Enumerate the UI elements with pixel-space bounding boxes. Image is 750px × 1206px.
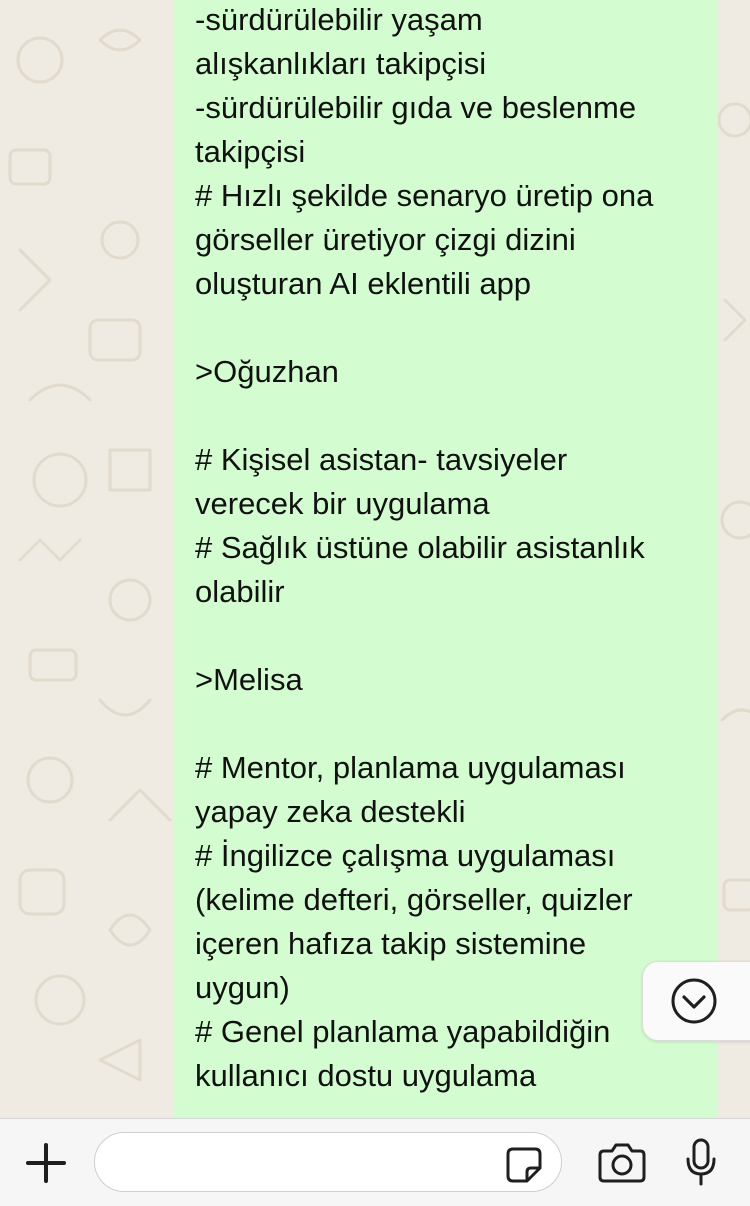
message-line: kullanıcı dostu uygulama	[195, 1058, 537, 1093]
sticker-icon[interactable]	[505, 1146, 543, 1184]
message-line: verecek bir uygulama	[195, 486, 490, 521]
microphone-icon[interactable]	[684, 1137, 718, 1187]
chat-area[interactable]: -sürdürülebilir yaşam alışkanlıkları tak…	[0, 0, 750, 1118]
message-line: >Melisa	[195, 662, 303, 697]
message-input-box[interactable]	[94, 1132, 562, 1192]
message-line: (kelime defteri, görseller, quizler	[195, 882, 633, 917]
message-line: # Genel planlama yapabildiğin	[195, 1014, 611, 1049]
message-bubble[interactable]: -sürdürülebilir yaşam alışkanlıkları tak…	[174, 0, 718, 1118]
chevron-down-circle-icon	[671, 978, 716, 1024]
message-line: oluşturan AI eklentili app	[195, 266, 532, 301]
message-line: içeren hafıza takip sistemine	[195, 926, 587, 961]
message-line: # İngilizce çalışma uygulaması	[195, 838, 616, 873]
message-line: görseller üretiyor çizgi dizini	[195, 222, 576, 257]
scroll-to-bottom-button[interactable]	[642, 961, 750, 1041]
message-line: uygun)	[195, 970, 290, 1005]
message-line: >Oğuzhan	[195, 354, 339, 389]
message-line	[195, 306, 698, 350]
plus-icon[interactable]	[22, 1139, 70, 1187]
message-line	[195, 394, 698, 438]
message-line: # Mentor, planlama uygulaması	[195, 750, 626, 785]
camera-icon[interactable]	[598, 1141, 646, 1183]
message-line: # Hızlı şekilde senaryo üretip ona	[195, 178, 654, 213]
message-line	[195, 614, 698, 658]
message-composer	[0, 1118, 750, 1206]
message-line	[195, 702, 698, 746]
message-line: takipçisi	[195, 134, 306, 169]
message-line: olabilir	[195, 574, 285, 609]
message-input[interactable]	[117, 1133, 497, 1191]
chat-screen: -sürdürülebilir yaşam alışkanlıkları tak…	[0, 0, 750, 1206]
message-line: # Kişisel asistan- tavsiyeler	[195, 442, 568, 477]
message-line: yapay zeka destekli	[195, 794, 466, 829]
message-line: alışkanlıkları takipçisi	[195, 46, 487, 81]
message-line: -sürdürülebilir yaşam	[195, 2, 483, 37]
message-line: # Sağlık üstüne olabilir asistanlık	[195, 530, 645, 565]
message-line: -sürdürülebilir gıda ve beslenme	[195, 90, 637, 125]
